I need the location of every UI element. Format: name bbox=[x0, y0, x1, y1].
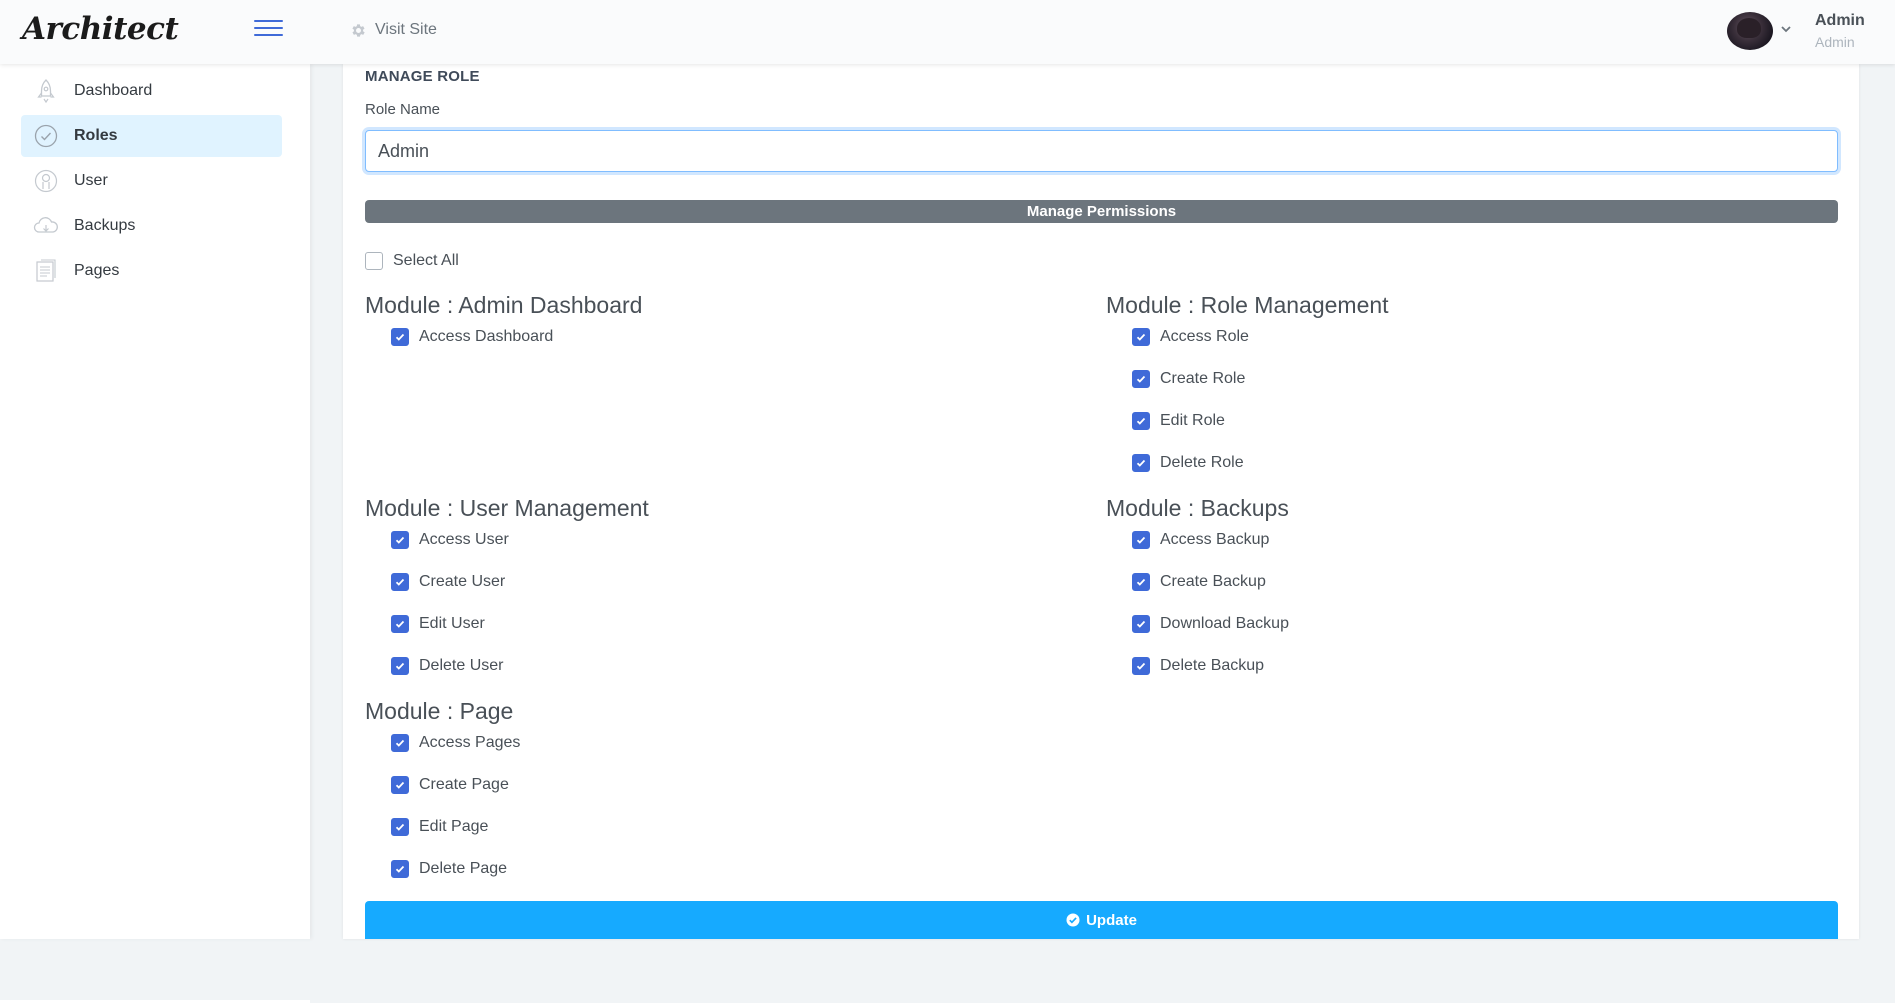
gear-icon bbox=[350, 22, 367, 39]
sidebar-item-label: Dashboard bbox=[74, 82, 153, 99]
permission-label: Access User bbox=[419, 531, 509, 548]
sidebar-item-label: Pages bbox=[74, 262, 120, 279]
checkbox-checked[interactable] bbox=[391, 734, 409, 752]
permission-create-role[interactable]: Create Role bbox=[1106, 362, 1706, 404]
sidebar-item-backups[interactable]: Backups bbox=[21, 205, 282, 247]
permission-label: Edit User bbox=[419, 615, 485, 632]
module-title: Module : Role Management bbox=[1106, 292, 1389, 318]
rocket-icon bbox=[33, 78, 59, 104]
app-logo[interactable]: Architect bbox=[22, 11, 179, 47]
permission-create-backup[interactable]: Create Backup bbox=[1106, 565, 1706, 607]
manage-permissions-header: Manage Permissions bbox=[365, 200, 1838, 223]
module-user-management: Module : User Management Access User Cre… bbox=[365, 493, 965, 691]
permission-label: Delete Role bbox=[1160, 454, 1244, 471]
permission-label: Create Role bbox=[1160, 370, 1246, 387]
sidebar-item-pages[interactable]: Pages bbox=[21, 250, 282, 292]
checkbox-checked[interactable] bbox=[391, 657, 409, 675]
permission-label: Delete Backup bbox=[1160, 657, 1265, 674]
module-role-management: Module : Role Management Access Role Cre… bbox=[1106, 290, 1706, 488]
permission-edit-page[interactable]: Edit Page bbox=[365, 810, 965, 852]
check-circle-icon bbox=[1066, 913, 1080, 927]
select-all-checkbox[interactable]: Select All bbox=[365, 252, 459, 270]
user-menu: Admin Admin bbox=[1695, 0, 1895, 64]
checkbox-checked[interactable] bbox=[391, 328, 409, 346]
permission-download-backup[interactable]: Download Backup bbox=[1106, 607, 1706, 649]
user-name: Admin bbox=[1815, 12, 1865, 29]
permission-label: Access Backup bbox=[1160, 531, 1270, 548]
module-title: Module : Page bbox=[365, 698, 514, 724]
checkbox-checked[interactable] bbox=[1132, 615, 1150, 633]
permission-edit-role[interactable]: Edit Role bbox=[1106, 404, 1706, 446]
permission-label: Access Dashboard bbox=[419, 328, 554, 345]
app-header: Architect Visit Site Admin Admin bbox=[0, 0, 1895, 64]
checkbox-checked[interactable] bbox=[1132, 531, 1150, 549]
checkbox-checked[interactable] bbox=[1132, 370, 1150, 388]
permission-label: Create Page bbox=[419, 776, 509, 793]
check-circle-icon bbox=[33, 123, 59, 149]
sidebar-item-dashboard[interactable]: Dashboard bbox=[21, 70, 282, 112]
update-label: Update bbox=[1086, 911, 1137, 929]
module-page: Module : Page Access Pages Create Page E… bbox=[365, 696, 965, 894]
permission-label: Access Pages bbox=[419, 734, 521, 751]
hamburger-menu-icon[interactable] bbox=[254, 20, 284, 40]
module-admin-dashboard: Module : Admin Dashboard Access Dashboar… bbox=[365, 290, 965, 362]
update-button[interactable]: Update bbox=[365, 901, 1838, 939]
permission-access-pages[interactable]: Access Pages bbox=[365, 726, 965, 768]
checkbox-checked[interactable] bbox=[1132, 573, 1150, 591]
visit-site-link[interactable]: Visit Site bbox=[350, 21, 437, 39]
checkbox-checked[interactable] bbox=[1132, 454, 1150, 472]
sidebar-item-roles[interactable]: Roles bbox=[21, 115, 282, 157]
checkbox-unchecked[interactable] bbox=[365, 252, 383, 270]
module-title: Module : Backups bbox=[1106, 495, 1289, 521]
permission-access-backup[interactable]: Access Backup bbox=[1106, 523, 1706, 565]
module-title: Module : Admin Dashboard bbox=[365, 292, 643, 318]
permission-delete-backup[interactable]: Delete Backup bbox=[1106, 649, 1706, 691]
role-name-input[interactable] bbox=[365, 130, 1838, 172]
permission-access-dashboard[interactable]: Access Dashboard bbox=[365, 320, 965, 362]
permission-label: Edit Page bbox=[419, 818, 489, 835]
select-all-label: Select All bbox=[393, 252, 459, 269]
permission-edit-user[interactable]: Edit User bbox=[365, 607, 965, 649]
checkbox-checked[interactable] bbox=[391, 776, 409, 794]
module-backups: Module : Backups Access Backup Create Ba… bbox=[1106, 493, 1706, 691]
chevron-down-icon[interactable] bbox=[1780, 22, 1792, 40]
visit-site-label: Visit Site bbox=[375, 21, 437, 38]
permission-label: Download Backup bbox=[1160, 615, 1289, 632]
checkbox-checked[interactable] bbox=[1132, 657, 1150, 675]
permission-delete-page[interactable]: Delete Page bbox=[365, 852, 965, 894]
page-icon bbox=[33, 258, 59, 284]
permission-label: Access Role bbox=[1160, 328, 1249, 345]
permission-access-role[interactable]: Access Role bbox=[1106, 320, 1706, 362]
permission-label: Create User bbox=[419, 573, 506, 590]
sidebar-item-label: Roles bbox=[74, 127, 118, 144]
permission-create-page[interactable]: Create Page bbox=[365, 768, 965, 810]
permission-create-user[interactable]: Create User bbox=[365, 565, 965, 607]
user-role: Admin bbox=[1815, 34, 1855, 50]
sidebar-item-label: Backups bbox=[74, 217, 136, 234]
checkbox-checked[interactable] bbox=[391, 860, 409, 878]
sidebar-item-user[interactable]: User bbox=[21, 160, 282, 202]
permission-label: Edit Role bbox=[1160, 412, 1225, 429]
avatar[interactable] bbox=[1727, 12, 1773, 50]
card-title: MANAGE ROLE bbox=[365, 68, 480, 85]
user-icon bbox=[33, 168, 59, 194]
permission-label: Delete User bbox=[419, 657, 504, 674]
permission-access-user[interactable]: Access User bbox=[365, 523, 965, 565]
checkbox-checked[interactable] bbox=[1132, 328, 1150, 346]
permission-label: Delete Page bbox=[419, 860, 508, 877]
permission-label: Create Backup bbox=[1160, 573, 1266, 590]
checkbox-checked[interactable] bbox=[391, 615, 409, 633]
cloud-icon bbox=[33, 213, 59, 239]
role-name-label: Role Name bbox=[365, 101, 441, 118]
checkbox-checked[interactable] bbox=[391, 818, 409, 836]
manage-role-card: MANAGE ROLE Role Name Manage Permissions… bbox=[343, 64, 1859, 939]
checkbox-checked[interactable] bbox=[391, 573, 409, 591]
sidebar: Dashboard Roles User Backups Pages bbox=[0, 64, 310, 1003]
permission-delete-role[interactable]: Delete Role bbox=[1106, 446, 1706, 488]
module-title: Module : User Management bbox=[365, 495, 649, 521]
checkbox-checked[interactable] bbox=[1132, 412, 1150, 430]
sidebar-item-label: User bbox=[74, 172, 108, 189]
permission-delete-user[interactable]: Delete User bbox=[365, 649, 965, 691]
checkbox-checked[interactable] bbox=[391, 531, 409, 549]
